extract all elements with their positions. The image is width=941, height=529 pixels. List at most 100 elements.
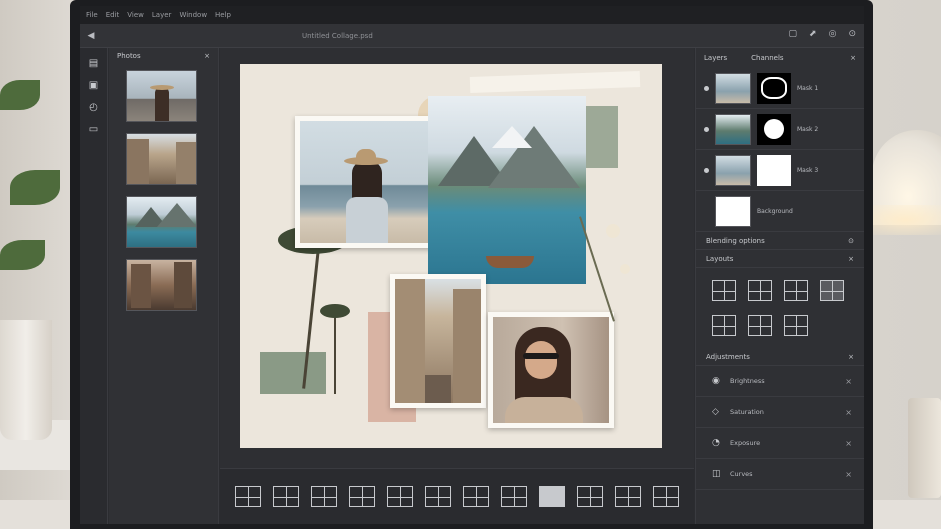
layer-thumbnail xyxy=(715,154,751,186)
cup xyxy=(908,398,941,498)
layout-grid-option[interactable] xyxy=(748,280,772,301)
menu-window[interactable]: Window xyxy=(179,11,207,19)
tab-channels[interactable]: Channels xyxy=(751,54,783,62)
remove-icon[interactable]: × xyxy=(845,470,852,479)
layout-option[interactable] xyxy=(273,486,299,507)
layout-grid-option[interactable] xyxy=(748,315,772,336)
collage-canvas[interactable] xyxy=(240,64,662,448)
close-icon[interactable]: × xyxy=(850,54,856,62)
photo-european-street[interactable] xyxy=(390,274,486,408)
layer-mask xyxy=(757,154,791,186)
blending-options-label: Blending options xyxy=(706,236,765,245)
more-icon[interactable]: ⊙ xyxy=(848,29,856,39)
green-paper-2 xyxy=(260,352,326,394)
tab-layers[interactable]: Layers xyxy=(704,54,727,62)
layout-option-selected[interactable] xyxy=(539,486,565,507)
remove-icon[interactable]: × xyxy=(845,408,852,417)
layer-name: Mask 1 xyxy=(797,84,819,92)
photo-beach-woman[interactable] xyxy=(295,116,433,248)
history-icon[interactable]: ◴ xyxy=(80,102,107,114)
layout-grid-option[interactable] xyxy=(712,315,736,336)
visibility-icon[interactable] xyxy=(704,167,709,173)
layer-row[interactable]: Background xyxy=(696,191,864,232)
adjustment-label: Curves xyxy=(730,470,753,478)
flower xyxy=(620,264,630,274)
adjustment-row[interactable]: ◫ Curves × xyxy=(696,459,864,490)
layout-option[interactable] xyxy=(577,486,603,507)
close-icon[interactable]: × xyxy=(848,255,854,263)
layouts-grid xyxy=(696,268,864,348)
circle-icon: ◉ xyxy=(712,376,720,386)
share-icon[interactable]: ⬈ xyxy=(809,29,817,39)
close-icon[interactable]: × xyxy=(204,52,210,60)
canvas-area xyxy=(220,48,694,524)
adjustment-row[interactable]: ◉ Brightness × xyxy=(696,366,864,397)
layout-option[interactable] xyxy=(653,486,679,507)
photos-panel-title: Photos xyxy=(117,52,141,60)
thumbnail-street[interactable] xyxy=(126,133,197,185)
layout-option[interactable] xyxy=(615,486,641,507)
menu-help[interactable]: Help xyxy=(215,11,231,19)
layout-grid-option-selected[interactable] xyxy=(820,280,844,301)
plant-pot xyxy=(0,320,52,440)
tool-rail: ▤ ▣ ◴ ▭ xyxy=(80,48,108,524)
plant-leaf xyxy=(0,240,45,270)
layer-mask xyxy=(757,72,791,104)
settings-icon[interactable]: ⊙ xyxy=(848,237,854,245)
diamond-icon: ◇ xyxy=(712,407,719,417)
blending-options-row[interactable]: Blending options ⊙ xyxy=(696,232,864,250)
menu-file[interactable]: File xyxy=(86,11,98,19)
adjustment-row[interactable]: ◔ Exposure × xyxy=(696,428,864,459)
visibility-icon[interactable] xyxy=(704,126,709,132)
layer-thumbnail xyxy=(715,195,751,227)
layers-icon[interactable]: ▢ xyxy=(789,29,798,39)
layout-option[interactable] xyxy=(425,486,451,507)
layouts-title: Layouts xyxy=(706,254,734,263)
menu-layer[interactable]: Layer xyxy=(152,11,172,19)
close-icon[interactable]: × xyxy=(848,353,854,361)
thumbnail-mountain-lake[interactable] xyxy=(126,196,197,248)
adjustment-row[interactable]: ◇ Saturation × xyxy=(696,397,864,428)
layer-name: Mask 3 xyxy=(797,166,819,174)
menu-bar: File Edit View Layer Window Help xyxy=(80,6,864,24)
adjustment-label: Saturation xyxy=(730,408,764,416)
palm-leaves-small xyxy=(320,304,350,318)
image-icon[interactable]: ▣ xyxy=(80,80,107,92)
adjustment-label: Exposure xyxy=(730,439,761,447)
right-panel: Layers Channels × Mask 1 Mask 2 Mask 3 B… xyxy=(695,48,864,524)
layout-option[interactable] xyxy=(349,486,375,507)
layer-row[interactable]: Mask 2 xyxy=(696,109,864,150)
remove-icon[interactable]: × xyxy=(845,439,852,448)
visibility-icon[interactable] xyxy=(704,85,709,91)
layout-grid-option[interactable] xyxy=(712,280,736,301)
toolbar: ◀ Untitled Collage.psd ▢ ⬈ ◎ ⊙ xyxy=(80,24,864,48)
layer-name: Background xyxy=(757,207,793,215)
layout-grid-option[interactable] xyxy=(784,315,808,336)
thumbnail-city-evening[interactable] xyxy=(126,259,197,311)
file-icon[interactable]: ▤ xyxy=(80,58,107,70)
layer-row[interactable]: Mask 1 xyxy=(696,68,864,109)
layer-name: Mask 2 xyxy=(797,125,819,133)
adjustments-header: Adjustments × xyxy=(696,348,864,366)
palm-trunk-small xyxy=(334,314,336,394)
layer-thumbnail xyxy=(715,113,751,145)
photo-mountain-lake[interactable] xyxy=(428,96,586,284)
app-window: File Edit View Layer Window Help ◀ Untit… xyxy=(80,6,864,524)
layout-option[interactable] xyxy=(387,486,413,507)
back-icon[interactable]: ◀ xyxy=(80,31,102,41)
layer-row[interactable]: Mask 3 xyxy=(696,150,864,191)
layer-thumbnail xyxy=(715,72,751,104)
folder-icon[interactable]: ▭ xyxy=(80,124,107,136)
layout-option[interactable] xyxy=(463,486,489,507)
thumbnail-woman-hat[interactable] xyxy=(126,70,197,122)
plant-leaf xyxy=(0,80,40,110)
photo-woman-sunglasses[interactable] xyxy=(488,312,614,428)
settings-icon[interactable]: ◎ xyxy=(829,29,837,39)
menu-view[interactable]: View xyxy=(127,11,144,19)
layout-option[interactable] xyxy=(501,486,527,507)
layout-grid-option[interactable] xyxy=(784,280,808,301)
remove-icon[interactable]: × xyxy=(845,377,852,386)
layout-option[interactable] xyxy=(235,486,261,507)
layout-option[interactable] xyxy=(311,486,337,507)
menu-edit[interactable]: Edit xyxy=(106,11,120,19)
